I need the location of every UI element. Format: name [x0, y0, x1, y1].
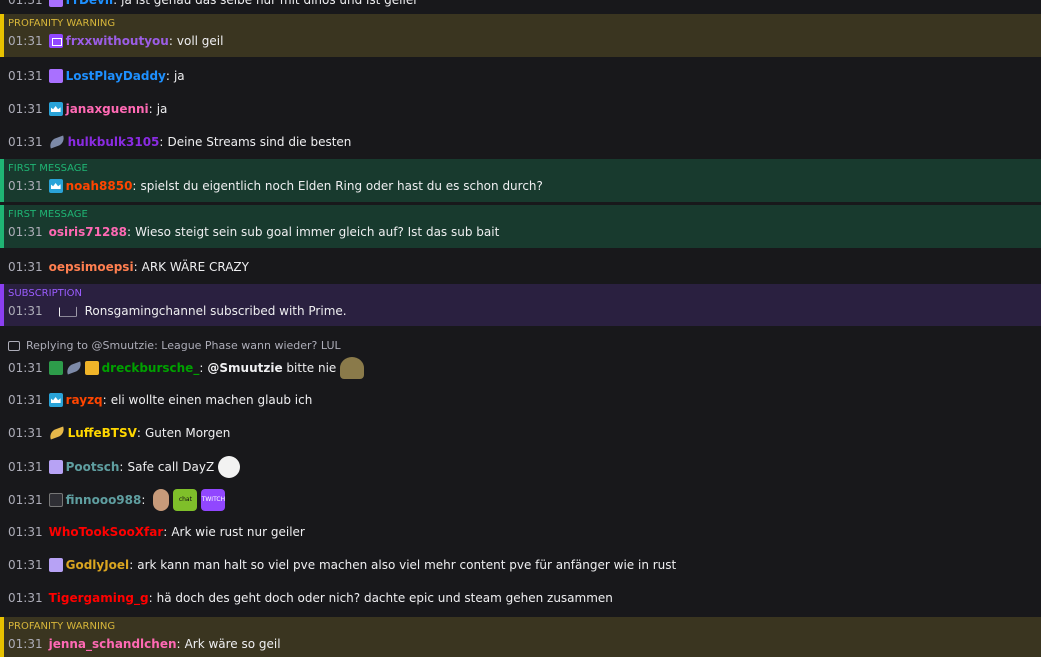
green-badge-icon[interactable]: [48, 361, 63, 375]
username[interactable]: WhoTookSooXfar: [49, 522, 164, 542]
timestamp: 01:31: [8, 361, 43, 375]
username[interactable]: rayzq: [66, 390, 103, 410]
feather-icon[interactable]: [64, 361, 83, 375]
profanity-label: Profanity Warning: [8, 18, 116, 29]
timestamp: 01:31: [8, 34, 43, 48]
username[interactable]: oepsimoepsi: [49, 257, 134, 277]
first-message[interactable]: First Message 01:31 osiris71288: Wieso s…: [0, 205, 1041, 248]
message-text: ja: [173, 69, 185, 83]
book-badge-icon[interactable]: [48, 0, 63, 7]
mention[interactable]: @Smuutzie: [207, 358, 282, 378]
prime-icon[interactable]: [48, 34, 63, 48]
username[interactable]: hulkbulk3105: [68, 132, 160, 152]
subscription-notice[interactable]: Subscription 01:31 Ronsgamingchannel sub…: [0, 284, 1041, 326]
timestamp: 01:31: [8, 304, 43, 318]
timestamp: 01:31: [8, 426, 43, 440]
message-text: Ark wäre so geil: [184, 637, 281, 651]
chat-message[interactable]: 01:31 Pootsch: Safe call DayZ: [0, 456, 1041, 478]
subscription-label: Subscription: [8, 288, 83, 299]
book-badge-icon[interactable]: [48, 69, 63, 83]
timestamp: 01:31: [8, 260, 43, 274]
timestamp: 01:31: [8, 0, 43, 7]
username[interactable]: frxxwithoutyou: [66, 31, 169, 51]
message-text: Guten Morgen: [144, 426, 231, 440]
timestamp: 01:31: [8, 69, 43, 83]
message-text: Ark wie rust nur geiler: [171, 525, 305, 539]
timestamp: 01:31: [8, 558, 43, 572]
message-text: Wieso steigt sein sub goal immer gleich …: [135, 225, 500, 239]
message-text: ARK WÄRE CRAZY: [141, 260, 249, 274]
twitch-emote-icon[interactable]: TWITCH: [201, 489, 226, 511]
username[interactable]: osiris71288: [49, 222, 127, 242]
timestamp: 01:31: [8, 393, 43, 407]
turban-emote-icon[interactable]: [340, 357, 365, 379]
crown-badge-icon[interactable]: [48, 179, 63, 193]
first-message-label: First Message: [8, 163, 88, 174]
chat-message[interactable]: 01:31 hulkbulk3105: Deine Streams sind d…: [0, 132, 1041, 152]
username[interactable]: jenna_schandlchen: [49, 634, 177, 654]
profanity-label: Profanity Warning: [8, 621, 116, 632]
reply-icon: [8, 341, 20, 351]
message-text: ark kann man halt so viel pve machen als…: [137, 558, 677, 572]
timestamp: 01:31: [8, 525, 43, 539]
chat-message[interactable]: 01:31 finnooo988: chat TWITCH: [0, 489, 1041, 511]
chat-message[interactable]: 01:31 FrDevil: ja ist genau das selbe nu…: [0, 0, 1041, 10]
message-text: eli wollte einen machen glaub ich: [110, 393, 313, 407]
mask-emote-icon[interactable]: [218, 456, 241, 478]
username[interactable]: LostPlayDaddy: [66, 66, 166, 86]
chat-message[interactable]: 01:31 janaxguenni: ja: [0, 99, 1041, 119]
timestamp: 01:31: [8, 135, 43, 149]
message-text: Safe call DayZ: [127, 460, 215, 474]
timestamp: 01:31: [8, 637, 43, 651]
profanity-warning-message[interactable]: Profanity Warning 01:31 frxxwithoutyou: …: [0, 14, 1041, 57]
crown-badge-icon[interactable]: [48, 102, 63, 116]
reply-message[interactable]: Replying to @Smuutzie: League Phase wann…: [0, 338, 1041, 379]
subscription-text: Ronsgamingchannel subscribed with Prime.: [84, 304, 347, 318]
username[interactable]: janaxguenni: [66, 99, 149, 119]
username[interactable]: FrDevil: [66, 0, 114, 10]
timestamp: 01:31: [8, 225, 43, 239]
feather-icon[interactable]: [47, 426, 66, 440]
message-text: ja ist genau das selbe nur mit dinos und…: [121, 0, 419, 7]
message-text: Deine Streams sind die besten: [167, 135, 352, 149]
feather-icon[interactable]: [47, 135, 66, 149]
message-text: ja: [156, 102, 168, 116]
chat-emote-icon[interactable]: chat: [173, 489, 198, 511]
gift-icon[interactable]: [84, 361, 99, 375]
reply-context[interactable]: Replying to @Smuutzie: League Phase wann…: [8, 338, 1041, 354]
username[interactable]: Tigergaming_g: [49, 588, 149, 608]
face-emote-icon[interactable]: [153, 489, 170, 511]
profanity-warning-message[interactable]: Profanity Warning 01:31 jenna_schandlche…: [0, 617, 1041, 657]
message-text: spielst du eigentlich noch Elden Ring od…: [140, 179, 543, 193]
first-message-label: First Message: [8, 209, 88, 220]
first-message[interactable]: First Message 01:31 noah8850: spielst du…: [0, 159, 1041, 202]
timestamp: 01:31: [8, 102, 43, 116]
message-text: bitte nie: [286, 361, 337, 375]
username[interactable]: finnooo988: [66, 490, 142, 510]
crown-badge-icon[interactable]: [48, 393, 63, 407]
calendar-badge-icon[interactable]: [48, 460, 63, 474]
chat-message[interactable]: 01:31 rayzq: eli wollte einen machen gla…: [0, 390, 1041, 410]
timestamp: 01:31: [8, 493, 43, 507]
timestamp: 01:31: [8, 179, 43, 193]
timestamp: 01:31: [8, 591, 43, 605]
crown-icon: [58, 305, 77, 317]
username[interactable]: LuffeBTSV: [68, 423, 137, 443]
chat-message[interactable]: 01:31 LostPlayDaddy: ja: [0, 66, 1041, 86]
chat-message[interactable]: 01:31 WhoTookSooXfar: Ark wie rust nur g…: [0, 522, 1041, 542]
timestamp: 01:31: [8, 460, 43, 474]
chat-message[interactable]: 01:31 Tigergaming_g: hä doch des geht do…: [0, 588, 1041, 608]
username[interactable]: noah8850: [66, 176, 133, 196]
hidden-badge-icon[interactable]: [48, 493, 63, 507]
username[interactable]: Pootsch: [66, 457, 120, 477]
chat-message[interactable]: 01:31 LuffeBTSV: Guten Morgen: [0, 423, 1041, 443]
username[interactable]: GodlyJoel: [66, 555, 130, 575]
chat-message[interactable]: 01:31 GodlyJoel: ark kann man halt so vi…: [0, 555, 1041, 575]
message-text: voll geil: [176, 34, 224, 48]
chat-message[interactable]: 01:31 oepsimoepsi: ARK WÄRE CRAZY: [0, 257, 1041, 277]
username[interactable]: dreckbursche_: [102, 358, 200, 378]
message-text: hä doch des geht doch oder nich? dachte …: [156, 591, 613, 605]
calendar-badge-icon[interactable]: [48, 558, 63, 572]
reply-text: Replying to @Smuutzie: League Phase wann…: [26, 339, 341, 352]
